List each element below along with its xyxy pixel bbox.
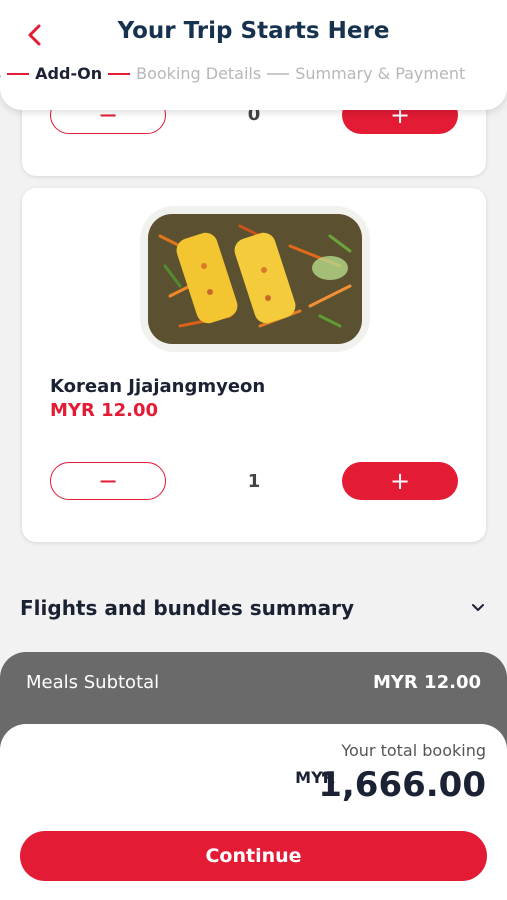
meal-image — [140, 206, 370, 352]
step-add-on: Add-On — [35, 64, 103, 83]
total-amount: 1,666.00 — [318, 765, 486, 805]
subtotal-label: Meals Subtotal — [26, 672, 160, 693]
step-connector — [108, 72, 131, 75]
step-previous: ts — [0, 64, 1, 83]
step-summary-payment: Summary & Payment — [295, 64, 466, 83]
step-connector — [7, 72, 30, 75]
meal-card: Korean Jjajangmyeon MYR 12.00 − 1 + — [22, 188, 486, 542]
summary-title: Flights and bundles summary — [20, 596, 354, 620]
step-booking-details: Booking Details — [136, 64, 262, 83]
decrease-quantity-button[interactable]: − — [50, 462, 166, 500]
subtotal-value: MYR 12.00 — [372, 672, 481, 693]
page-title: Your Trip Starts Here — [117, 18, 390, 44]
meal-price: MYR 12.00 — [50, 400, 159, 421]
flights-summary-toggle[interactable]: Flights and bundles summary — [0, 585, 507, 631]
increase-quantity-button[interactable]: + — [342, 462, 458, 500]
total-caption: Your total booking — [341, 741, 486, 760]
header: Your Trip Starts Here ts Add-On Booking … — [0, 0, 507, 110]
add-on-page: − 0 + Your Trip Starts Here ts Add-On Bo… — [0, 0, 507, 900]
total-sheet: Your total booking MYR 1,666.00 Continue — [0, 724, 507, 900]
plus-icon: + — [389, 467, 411, 495]
step-connector — [267, 72, 290, 75]
progress-stepper: ts Add-On Booking Details Summary & Paym… — [0, 64, 507, 83]
minus-icon: − — [97, 467, 119, 495]
meal-name: Korean Jjajangmyeon — [50, 376, 266, 397]
quantity-value: 1 — [247, 471, 261, 492]
chevron-down-icon — [472, 604, 484, 611]
continue-button[interactable]: Continue — [20, 831, 487, 881]
